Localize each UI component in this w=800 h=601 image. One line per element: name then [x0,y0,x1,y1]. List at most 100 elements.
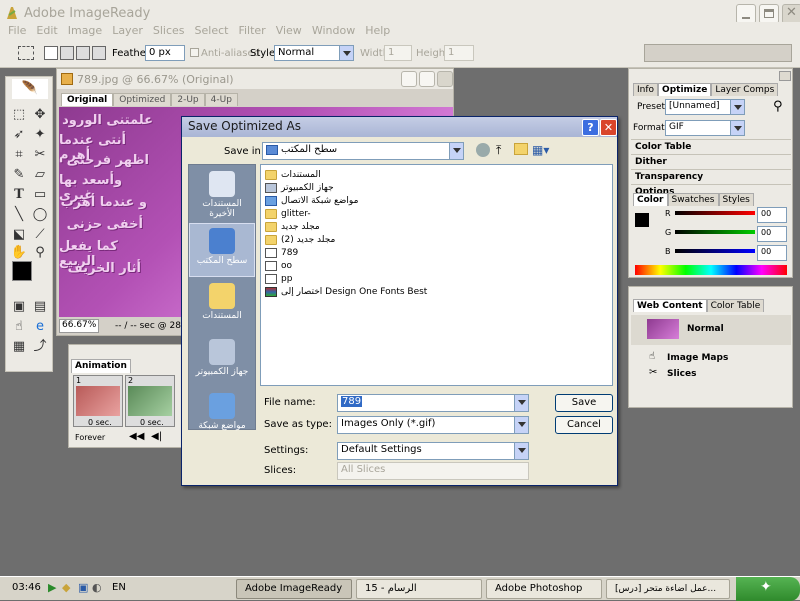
panel-close-button[interactable] [779,71,791,81]
feather-input[interactable]: 0 px [145,45,185,61]
cancel-button[interactable]: Cancel [555,416,613,434]
eraser-tool-icon[interactable]: ▱ [30,165,50,185]
preset-select[interactable]: [Unnamed] [665,99,745,115]
subtract-selection-icon[interactable] [76,46,90,60]
green-slider[interactable] [675,230,755,234]
view-menu-icon[interactable]: ▦▾ [532,143,549,157]
menu-layer[interactable]: Layer [108,22,149,40]
doc-minimize-button[interactable] [401,71,417,87]
tab-layer-comps[interactable]: Layer Comps [711,83,779,96]
intersect-selection-icon[interactable] [92,46,106,60]
list-item[interactable]: oo [265,259,292,272]
red-value[interactable]: 00 [757,207,787,223]
up-folder-icon[interactable]: ⤒ [496,143,501,158]
menu-image[interactable]: Image [64,22,108,40]
save-type-select[interactable]: Images Only (*.gif) [337,416,529,434]
task-browser[interactable]: [درس] عمل اضاءة متحر... [606,579,730,599]
section-color-table[interactable]: Color Table [631,139,791,154]
list-item[interactable]: 789 [265,246,298,259]
task-imageready[interactable]: Adobe ImageReady [236,579,352,599]
tray-app-icon[interactable]: ◆ [62,581,70,594]
tab-swatches[interactable]: Swatches [667,193,719,206]
hand-tool-icon[interactable]: ✋ [9,243,29,263]
slice-tool-icon[interactable]: ✂ [30,145,50,165]
place-documents[interactable]: المستندات [189,279,255,333]
tab-color[interactable]: Color [633,193,668,206]
foreground-color-swatch[interactable] [12,261,32,281]
doc-maximize-button[interactable] [419,71,435,87]
jump-to-photoshop-icon[interactable]: ⤴ [30,337,50,357]
eyedropper-tool-icon[interactable]: ⟋ [30,225,50,245]
rectangular-marquee-tool-icon[interactable]: ⬚ [9,105,29,125]
type-tool-icon[interactable]: T [9,185,29,205]
minimize-button[interactable] [736,4,756,24]
section-dither[interactable]: Dither [631,154,791,169]
image-map-tool-icon[interactable]: ⬕ [9,225,29,245]
crop-tool-icon[interactable]: ⌗ [9,145,29,165]
ellipse-tool-icon[interactable]: ◯ [30,205,50,225]
animation-frame[interactable]: 1 0 sec. [73,375,123,427]
zoom-level-field[interactable]: 66.67% [59,319,99,333]
back-icon[interactable] [476,143,490,157]
tab-2-up[interactable]: 2-Up [171,93,205,106]
marquee-tool-preset-icon[interactable] [18,46,34,60]
add-selection-icon[interactable] [60,46,74,60]
rollover-preview-icon[interactable]: ☝ [9,317,29,337]
menu-select[interactable]: Select [191,22,235,40]
menu-help[interactable]: Help [361,22,396,40]
tab-web-content[interactable]: Web Content [633,299,707,312]
tab-color-table[interactable]: Color Table [706,299,765,312]
slices-select[interactable]: All Slices [337,462,529,480]
frame-delay[interactable]: 0 sec. [88,418,112,427]
tray-network-icon[interactable]: ▣ [78,581,88,594]
tab-optimize[interactable]: Optimize [658,83,712,96]
menu-filter[interactable]: Filter [234,22,271,40]
line-tool-icon[interactable]: ╲ [9,205,29,225]
preview-in-browser-icon[interactable]: e [30,317,50,337]
new-folder-icon[interactable] [514,143,528,155]
close-button[interactable]: ✕ [782,4,800,24]
place-my-computer[interactable]: جهاز الكمبيوتر [189,335,255,389]
menu-window[interactable]: Window [308,22,361,40]
color-ramp[interactable] [635,265,787,275]
place-desktop[interactable]: سطح المكتب [189,223,255,277]
width-input[interactable]: 1 [384,45,412,61]
screen-mode-icon[interactable]: ▦ [9,337,29,357]
tab-original[interactable]: Original [61,93,114,106]
rectangle-tool-icon[interactable]: ▭ [30,185,50,205]
tray-volume-icon[interactable]: ◐ [92,581,102,594]
color-fg-swatch[interactable] [635,213,649,227]
loop-select[interactable]: Forever [75,433,105,442]
list-item[interactable]: مواضع شبكة الاتصال [265,194,358,207]
green-value[interactable]: 00 [757,226,787,242]
tab-animation[interactable]: Animation [71,359,131,373]
style-select[interactable]: Normal [274,45,354,61]
place-network[interactable]: مواضع شبكة [189,389,255,443]
first-frame-icon[interactable]: ◀◀ [129,431,144,442]
help-button[interactable]: ? [582,119,599,136]
move-tool-icon[interactable]: ✥ [30,105,50,125]
task-photoshop[interactable]: Adobe Photoshop [486,579,602,599]
blue-slider[interactable] [675,249,755,253]
web-item-label[interactable]: Image Maps [667,353,728,363]
zoom-tool-icon[interactable]: ⚲ [30,243,50,263]
menu-slices[interactable]: Slices [149,22,191,40]
antialiased-checkbox[interactable] [190,48,199,57]
tab-4-up[interactable]: 4-Up [204,93,238,106]
settings-select[interactable]: Default Settings [337,442,529,460]
frame-delay[interactable]: 0 sec. [140,418,164,427]
save-in-select[interactable]: سطح المكتب [262,142,464,160]
menu-edit[interactable]: Edit [32,22,63,40]
brush-tool-icon[interactable]: ✎ [9,165,29,185]
place-recent[interactable]: المستندات الأخيرة [189,167,255,221]
tab-optimized[interactable]: Optimized [113,93,172,106]
list-item[interactable]: جهاز الكمبيوتر [265,181,334,194]
media-play-icon[interactable]: ▶ [48,581,56,594]
format-select[interactable]: GIF [665,120,745,136]
menu-file[interactable]: File [4,22,32,40]
slice-visibility-icon[interactable]: ▤ [30,297,50,317]
start-button[interactable]: ✦ [736,577,800,601]
section-transparency[interactable]: Transparency [631,169,791,184]
maximize-button[interactable] [759,4,779,24]
image-map-visibility-icon[interactable]: ▣ [9,297,29,317]
